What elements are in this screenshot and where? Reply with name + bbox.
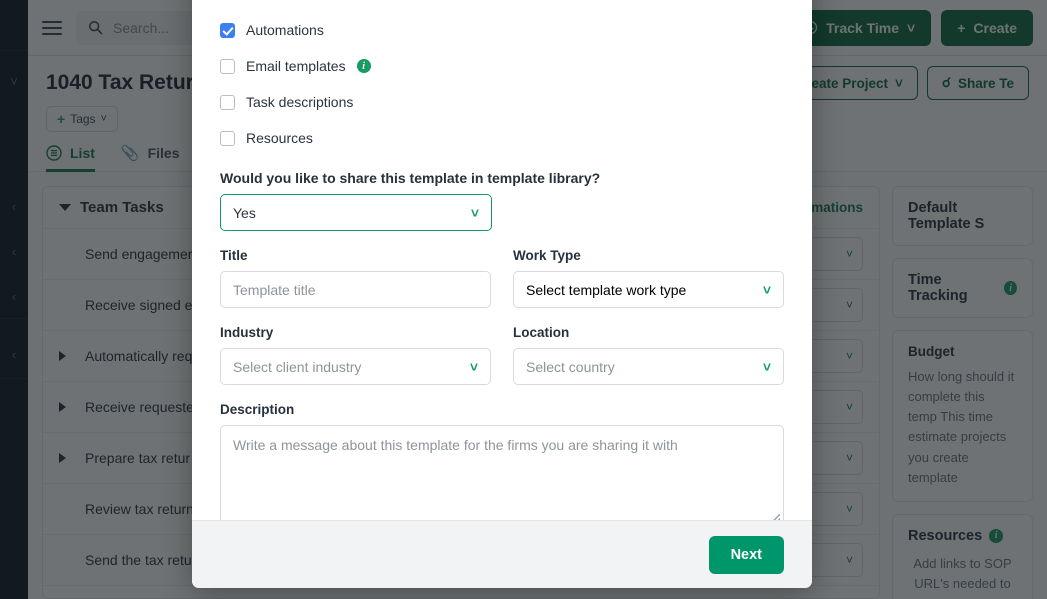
- chevron-down-icon: ˅: [762, 358, 771, 375]
- chevron-down-icon: ˅: [469, 358, 478, 375]
- description-placeholder: Write a message about this template for …: [233, 437, 678, 453]
- location-field-group: Location Select country ˅: [513, 325, 784, 385]
- dialog-footer: Next: [192, 520, 812, 588]
- form-row-2: Industry Select client industry ˅ Locati…: [220, 325, 784, 385]
- title-placeholder: Template title: [233, 281, 316, 298]
- chevron-down-icon: ˅: [762, 281, 771, 298]
- location-dropdown[interactable]: Select country ˅: [513, 348, 784, 385]
- share-library-value: Yes: [233, 204, 256, 221]
- title-input[interactable]: Template title: [220, 271, 491, 308]
- checkbox-task-descriptions[interactable]: [220, 94, 235, 110]
- checkbox-resources-label: Resources: [246, 130, 313, 146]
- checkbox-automations[interactable]: [220, 22, 235, 38]
- share-question-label: Would you like to share this template in…: [220, 170, 601, 186]
- checkbox-row-automations[interactable]: Automations: [220, 12, 784, 48]
- checkbox-row-resources[interactable]: Resources: [220, 120, 784, 156]
- dialog-body: Automations Email templates i Task descr…: [192, 0, 812, 520]
- description-textarea[interactable]: Write a message about this template for …: [220, 425, 784, 520]
- description-label: Description: [220, 402, 295, 417]
- info-icon[interactable]: i: [356, 59, 371, 73]
- location-label: Location: [513, 325, 570, 340]
- checkbox-email-templates-label: Email templates: [246, 58, 346, 74]
- next-label: Next: [730, 546, 762, 563]
- title-field-group: Title Template title: [220, 248, 491, 308]
- checkbox-resources[interactable]: [220, 130, 235, 146]
- worktype-value: Select template work type: [526, 281, 687, 298]
- worktype-label: Work Type: [513, 248, 581, 263]
- worktype-field-group: Work Type Select template work type ˅: [513, 248, 784, 308]
- description-field-group: Description Write a message about this t…: [220, 402, 784, 520]
- share-template-dialog: Automations Email templates i Task descr…: [192, 0, 812, 588]
- industry-dropdown[interactable]: Select client industry ˅: [220, 348, 491, 385]
- checkbox-row-email-templates[interactable]: Email templates i: [220, 48, 784, 84]
- checkbox-task-descriptions-label: Task descriptions: [246, 94, 354, 110]
- checkbox-email-templates[interactable]: [220, 58, 235, 74]
- chevron-down-icon: ˅: [470, 204, 479, 221]
- app-root: ˅ ‹ ‹ ‹ ‹ Search...: [0, 0, 1047, 599]
- share-library-dropdown[interactable]: Yes ˅: [220, 194, 492, 231]
- location-value: Select country: [526, 358, 615, 375]
- next-button[interactable]: Next: [708, 535, 784, 574]
- worktype-dropdown[interactable]: Select template work type ˅: [513, 271, 784, 308]
- industry-value: Select client industry: [233, 358, 362, 375]
- checkbox-automations-label: Automations: [246, 22, 324, 38]
- industry-label: Industry: [220, 325, 274, 340]
- form-row-1: Title Template title Work Type Select te…: [220, 248, 784, 308]
- title-label: Title: [220, 248, 248, 263]
- checkbox-row-task-descriptions[interactable]: Task descriptions: [220, 84, 784, 120]
- industry-field-group: Industry Select client industry ˅: [220, 325, 491, 385]
